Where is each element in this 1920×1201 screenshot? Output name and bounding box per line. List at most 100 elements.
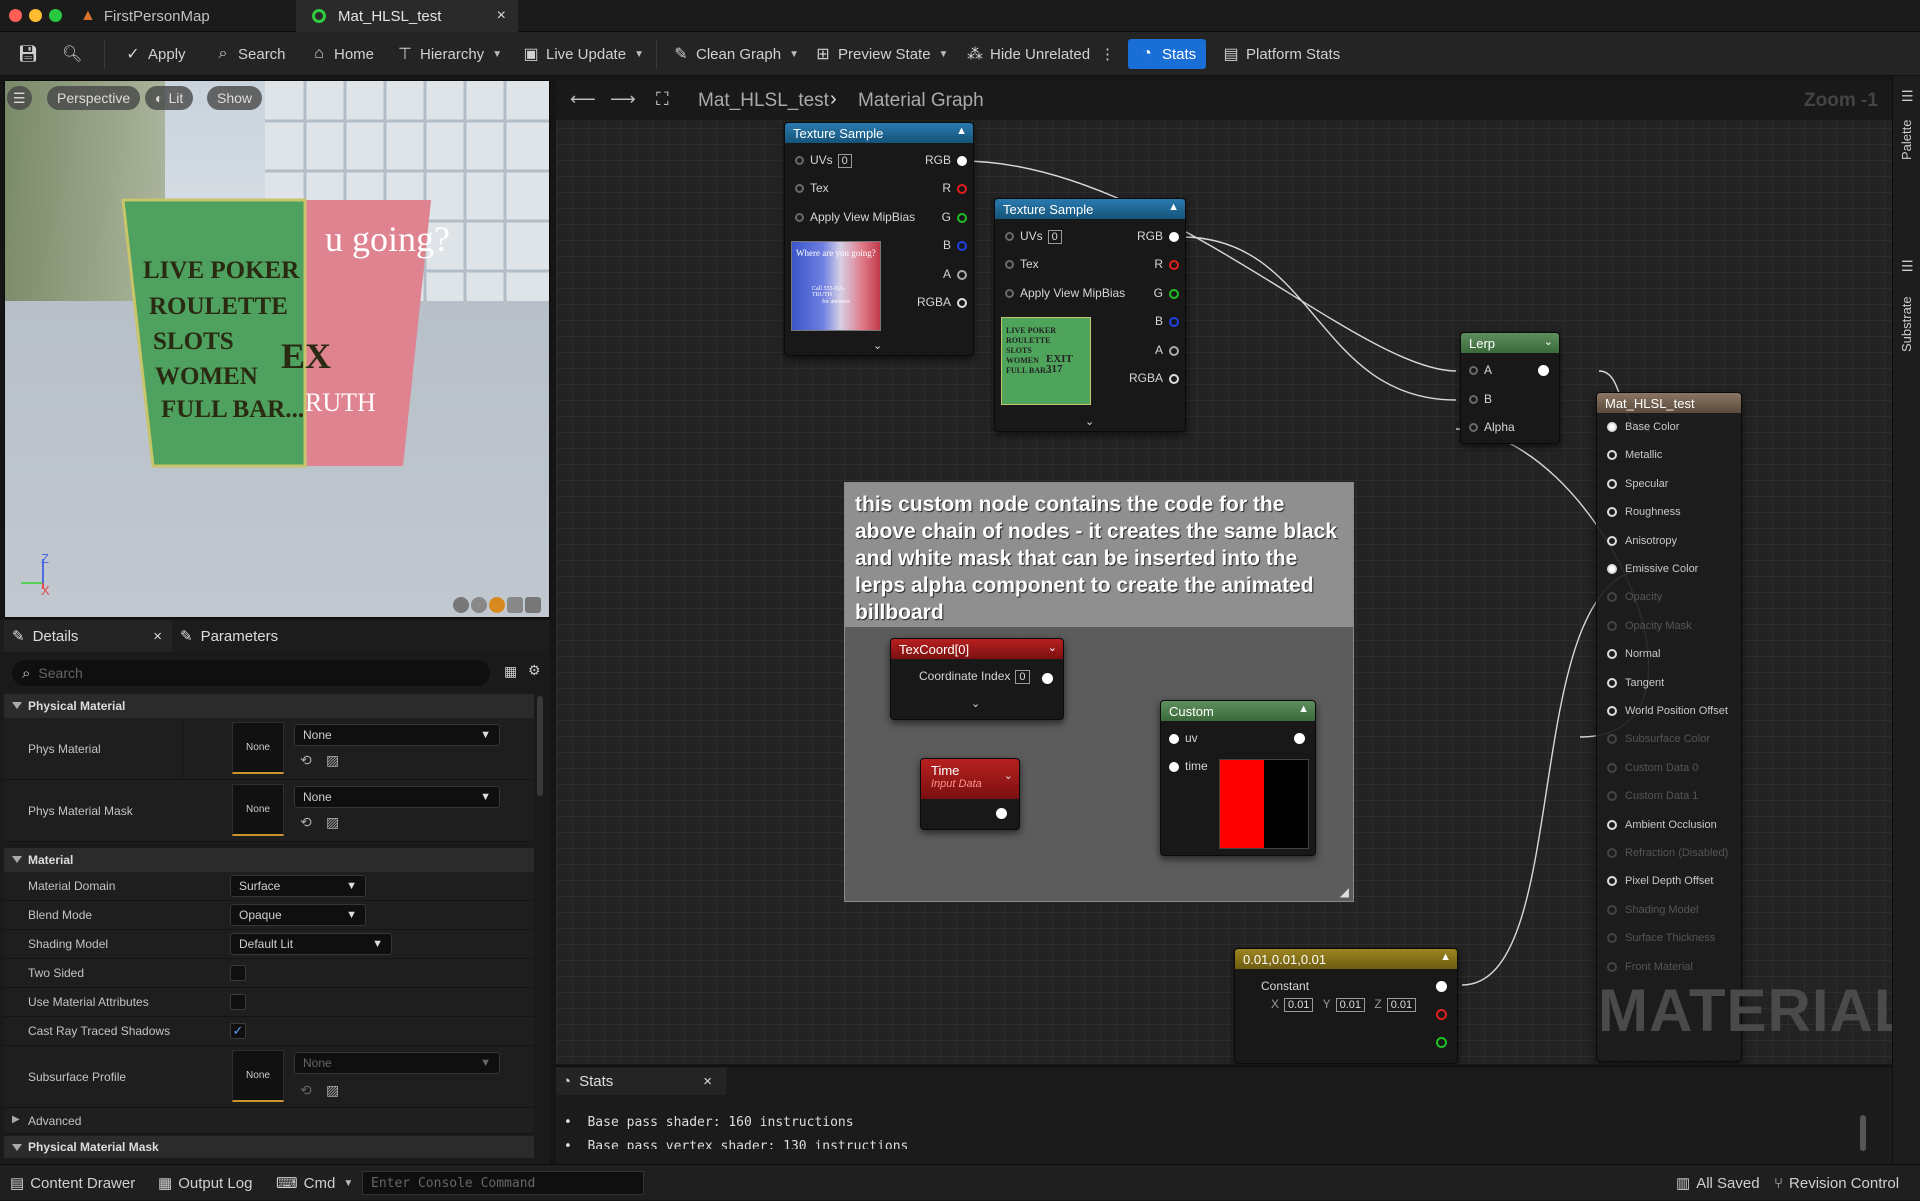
advanced-row[interactable]: Advanced ▶ (4, 1108, 534, 1134)
material-pin-0[interactable]: Base Color (1607, 421, 1679, 433)
lerp-node[interactable]: Lerp ⌄ A B Alpha (1460, 332, 1560, 444)
phys-material-mask-thumbnail[interactable]: None (232, 784, 284, 836)
a-out-pin[interactable]: A (1155, 343, 1179, 357)
material-pin-12[interactable]: Custom Data 0 (1607, 762, 1698, 774)
uvs-pin[interactable]: UVs 0 (795, 153, 852, 168)
cylinder-icon[interactable] (453, 597, 469, 613)
subsurface-profile-thumbnail[interactable]: None (232, 1050, 284, 1102)
material-pin-14[interactable]: Ambient Occlusion (1607, 819, 1717, 831)
time-node[interactable]: Time Input Data ⌄ (920, 758, 1020, 830)
content-drawer-button[interactable]: ▤ Content Drawer (10, 1165, 135, 1201)
table-view-icon[interactable]: ▦ (504, 663, 517, 680)
use-selected-icon[interactable]: ⟲ (300, 1082, 312, 1099)
chevron-down-icon[interactable]: ⌄ (1544, 335, 1553, 348)
x-value[interactable]: 0.01 (1284, 998, 1314, 1012)
constant-r-pin[interactable] (1436, 1009, 1447, 1020)
lerp-b-pin[interactable]: B (1469, 392, 1492, 406)
use-selected-icon[interactable]: ⟲ (300, 814, 312, 831)
apply-button[interactable]: ✓ Apply (124, 32, 185, 76)
tab-parameters[interactable]: ✎ Parameters (180, 620, 278, 652)
custom-node[interactable]: Custom ▲ uv time (1160, 700, 1316, 856)
settings-icon[interactable]: ⚙ (528, 662, 541, 679)
material-pin-5[interactable]: Emissive Color (1607, 563, 1698, 575)
close-tab-icon[interactable]: × (497, 7, 506, 25)
section-physical-material-mask[interactable]: Physical Material Mask (4, 1136, 534, 1158)
material-result-node[interactable]: Mat_HLSL_test Base Color Metallic Specular… (1596, 392, 1742, 1062)
constant-node[interactable]: 0.01,0.01,0.01 ▲ Constant X 0.01 Y 0.01 Z 0.… (1234, 948, 1458, 1064)
save-button[interactable]: 💾︎ (18, 32, 38, 76)
lerp-output-pin[interactable] (1538, 365, 1549, 376)
time-output-pin[interactable] (996, 808, 1007, 819)
tab-mat-hlsl-test[interactable]: Mat_HLSL_test × (296, 0, 518, 32)
two-sided-checkbox[interactable] (230, 965, 246, 981)
phys-material-mask-combo[interactable]: None ▼ (294, 786, 500, 808)
uvs-pin[interactable]: UVs 0 (1005, 229, 1062, 244)
resize-handle-icon[interactable]: ◢ (1340, 885, 1349, 899)
g-out-pin[interactable]: G (1154, 286, 1179, 300)
tab-details[interactable]: ✎ Details × (4, 620, 172, 652)
palette-tab[interactable]: Palette (1899, 120, 1914, 160)
browse-button[interactable]: 🔍︎ (62, 32, 82, 76)
chevron-down-icon[interactable]: ⌄ (1004, 769, 1013, 782)
plane-icon[interactable] (489, 597, 505, 613)
material-pin-1[interactable]: Metallic (1607, 449, 1662, 461)
comment-text[interactable]: this custom node contains the code for t… (845, 483, 1353, 627)
console-command-input[interactable]: Enter Console Command (362, 1171, 644, 1195)
live-update-button[interactable]: ▣ Live Update ▼ (522, 32, 644, 76)
close-details-icon[interactable]: × (153, 628, 162, 645)
chevron-down-icon[interactable]: ⌄ (1048, 641, 1057, 654)
use-material-attributes-checkbox[interactable] (230, 994, 246, 1010)
custom-uv-pin[interactable]: uv (1169, 731, 1198, 745)
close-window-button[interactable] (9, 9, 22, 22)
texcoord-node[interactable]: TexCoord[0] ⌄ Coordinate Index 0 ⌄ (890, 638, 1064, 720)
stats-button[interactable]: ◔ Stats (1128, 39, 1207, 69)
home-button[interactable]: ⌂ Home (310, 32, 374, 76)
b-out-pin[interactable]: B (943, 238, 967, 252)
viewport-menu-button[interactable]: ☰ (7, 86, 32, 110)
blend-mode-combo[interactable]: Opaque ▼ (230, 904, 366, 926)
phys-material-combo[interactable]: None ▼ (294, 724, 500, 746)
hierarchy-button[interactable]: ⊤ Hierarchy ▼ (396, 32, 502, 76)
expand-node-icon[interactable]: ⌄ (873, 339, 882, 352)
collapse-icon[interactable]: ▲ (1440, 951, 1451, 963)
all-saved-button[interactable]: ▥ All Saved (1676, 1165, 1760, 1201)
phys-material-thumbnail[interactable]: None (232, 722, 284, 774)
rgb-out-pin[interactable]: RGB (1137, 229, 1179, 243)
perspective-button[interactable]: Perspective (47, 86, 141, 110)
a-out-pin[interactable]: A (943, 267, 967, 281)
section-physical-material[interactable]: Physical Material (4, 694, 534, 718)
constant-output-pin[interactable] (1436, 981, 1447, 992)
y-value[interactable]: 0.01 (1335, 998, 1365, 1012)
apply-view-mipbias-pin[interactable]: Apply View MipBias (795, 210, 915, 224)
b-out-pin[interactable]: B (1155, 314, 1179, 328)
texture-sample-node-2[interactable]: Texture Sample ▲ UVs 0 Tex Apply View MipB… (994, 198, 1186, 432)
tab-stats[interactable]: ◔ Stats × (556, 1067, 726, 1095)
expand-node-icon[interactable]: ⌄ (1085, 415, 1094, 428)
material-pin-7[interactable]: Opacity Mask (1607, 620, 1692, 632)
lit-button[interactable]: ◐ Lit (145, 86, 194, 110)
details-search-input[interactable]: ⌕ Search (12, 660, 490, 686)
material-pin-2[interactable]: Specular (1607, 478, 1668, 490)
collapse-icon[interactable]: ▲ (1298, 703, 1309, 715)
browse-asset-icon[interactable]: ▨ (326, 752, 339, 769)
tex-pin[interactable]: Tex (1005, 257, 1039, 271)
material-pin-17[interactable]: Shading Model (1607, 904, 1698, 916)
substrate-icon[interactable]: ☰ (1901, 258, 1914, 275)
apply-view-mipbias-pin[interactable]: Apply View MipBias (1005, 286, 1125, 300)
coordinate-index-pin[interactable]: Coordinate Index 0 (919, 669, 1030, 684)
shading-model-combo[interactable]: Default Lit ▼ (230, 933, 392, 955)
texcoord-output-pin[interactable] (1042, 673, 1053, 684)
material-pin-13[interactable]: Custom Data 1 (1607, 790, 1698, 802)
material-pin-10[interactable]: World Position Offset (1607, 705, 1728, 717)
more-options-icon[interactable]: ⋮ (1100, 32, 1115, 76)
material-domain-combo[interactable]: Surface ▼ (230, 875, 366, 897)
rgb-out-pin[interactable]: RGB (925, 153, 967, 167)
output-log-button[interactable]: ▦ Output Log (158, 1165, 252, 1201)
tab-firstpersonmap[interactable]: ▲ FirstPersonMap (72, 0, 292, 32)
texture-sample-node-1[interactable]: Texture Sample ▲ UVs 0 Tex Apply View MipB… (784, 122, 974, 356)
details-scrollbar[interactable] (537, 696, 543, 796)
material-pin-9[interactable]: Tangent (1607, 677, 1664, 689)
collapse-icon[interactable]: ▲ (956, 125, 967, 137)
revision-control-button[interactable]: ⑂ Revision Control (1774, 1165, 1899, 1201)
material-pin-11[interactable]: Subsurface Color (1607, 733, 1710, 745)
